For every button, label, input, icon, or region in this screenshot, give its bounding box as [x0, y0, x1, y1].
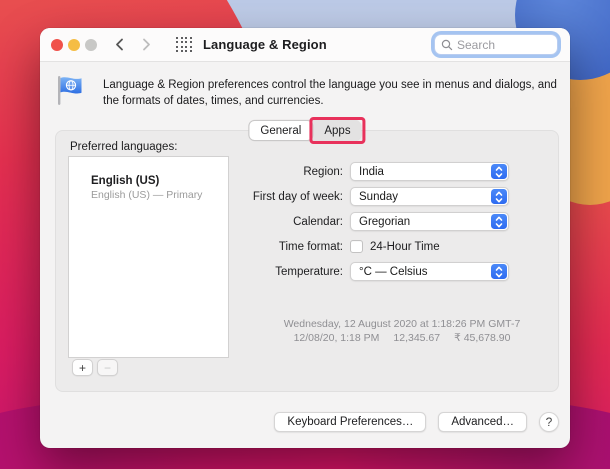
tab-apps[interactable]: Apps [309, 117, 366, 144]
traffic-lights [51, 38, 97, 51]
preview-short-date: 12/08/20, 1:18 PM [293, 331, 380, 344]
temperature-value: °C — Celsius [359, 265, 428, 278]
footer-bar: Keyboard Preferences… Advanced… ? [274, 412, 559, 432]
first-day-row: First day of week: Sunday [160, 187, 520, 206]
preferences-description: Language & Region preferences control th… [103, 79, 557, 107]
calendar-row: Calendar: Gregorian [160, 212, 520, 231]
24-hour-checkbox-label: 24-Hour Time [370, 240, 440, 253]
close-button[interactable] [51, 38, 63, 51]
preferred-languages-label: Preferred languages: [70, 141, 178, 153]
time-format-label: Time format: [278, 240, 343, 253]
temperature-label: Temperature: [275, 265, 343, 278]
tab-apps-label: Apps [324, 124, 351, 137]
time-format-row: Time format: 24-Hour Time [160, 237, 520, 256]
region-value: India [359, 165, 384, 178]
calendar-popup[interactable]: Gregorian [350, 212, 509, 231]
remove-language-button: − [97, 359, 118, 376]
region-row: Region: India [160, 162, 520, 181]
calendar-value: Gregorian [359, 215, 411, 228]
minimize-button[interactable] [68, 38, 80, 51]
preview-examples: 12/08/20, 1:18 PM 12,345.67 ₹ 45,678.90 [220, 332, 584, 346]
forward-icon[interactable] [136, 34, 156, 56]
region-popup[interactable]: India [350, 162, 509, 181]
list-edit-buttons: + − [72, 359, 118, 376]
advanced-button[interactable]: Advanced… [438, 412, 527, 432]
region-label: Region: [303, 165, 343, 178]
show-all-grid-icon[interactable] [176, 36, 192, 53]
back-icon[interactable] [109, 34, 129, 56]
tab-general-label: General [260, 124, 302, 137]
search-icon [441, 39, 453, 50]
first-day-value: Sunday [359, 190, 399, 203]
popup-stepper-icon [491, 164, 507, 179]
tab-general[interactable]: General [248, 120, 314, 141]
preview-number: 12,345.67 [393, 331, 441, 344]
window-title: Language & Region [203, 37, 327, 52]
keyboard-preferences-button[interactable]: Keyboard Preferences… [274, 412, 427, 432]
popup-stepper-icon [491, 189, 507, 204]
popup-stepper-icon [491, 264, 507, 279]
help-button[interactable]: ? [539, 412, 559, 432]
temperature-row: Temperature: °C — Celsius [160, 262, 520, 281]
titlebar: Language & Region [40, 28, 570, 62]
preview-currency: ₹ 45,678.90 [454, 331, 511, 344]
tab-bar: General Apps [248, 117, 366, 144]
search-input[interactable] [457, 37, 549, 52]
first-day-label: First day of week: [252, 190, 343, 203]
language-region-window: Language & Region Language & Region pref… [40, 28, 570, 448]
24-hour-checkbox[interactable] [350, 240, 363, 253]
temperature-popup[interactable]: °C — Celsius [350, 262, 509, 281]
search-field[interactable] [434, 34, 558, 55]
first-day-popup[interactable]: Sunday [350, 187, 509, 206]
add-language-button[interactable]: + [72, 359, 93, 376]
language-region-flag-icon [58, 76, 82, 105]
preview-full-date: Wednesday, 12 August 2020 at 1:18:26 PM … [283, 318, 521, 330]
calendar-label: Calendar: [293, 215, 343, 228]
zoom-button [85, 38, 97, 51]
format-preview: Wednesday, 12 August 2020 at 1:18:26 PM … [220, 318, 584, 345]
popup-stepper-icon [491, 214, 507, 229]
region-form: Region: India First day of week: Sunday … [160, 162, 520, 287]
